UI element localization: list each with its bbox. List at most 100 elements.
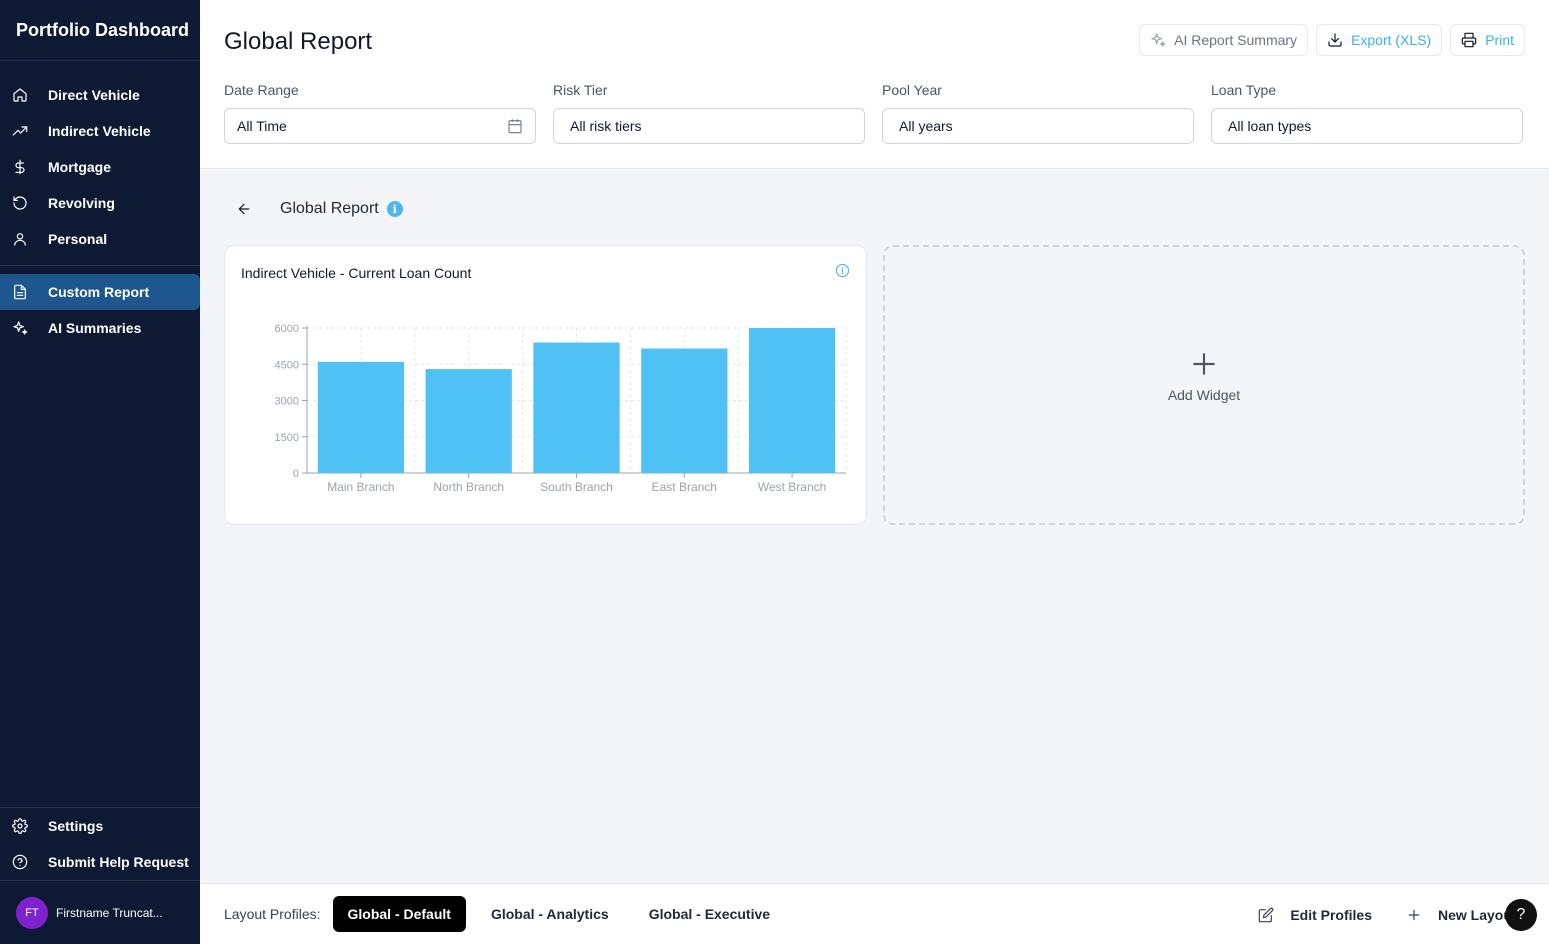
calendar-icon	[508, 119, 522, 134]
printer-icon	[1461, 32, 1477, 48]
help-circle-icon	[12, 854, 28, 870]
breadcrumb-title: Global Report	[280, 200, 379, 217]
y-tick-label: 1500	[275, 432, 299, 444]
profile-label: Global - Default	[347, 906, 451, 922]
y-tick-label: 3000	[275, 396, 299, 408]
refresh-icon	[12, 195, 28, 211]
user-icon	[12, 231, 28, 247]
sidebar-item-mortgage[interactable]: Mortgage	[0, 149, 200, 185]
bar	[748, 328, 836, 473]
profile-label: Global - Executive	[648, 906, 771, 922]
bar	[425, 369, 512, 473]
sparkles-icon	[12, 320, 28, 336]
sidebar-item-revolving[interactable]: Revolving	[0, 185, 200, 221]
bar	[641, 348, 728, 473]
ai-report-summary-button[interactable]: AI Report Summary	[1139, 24, 1309, 56]
profile-global-default[interactable]: Global - Default	[332, 896, 466, 932]
x-tick-label: South Branch	[540, 480, 613, 494]
filter-value: All risk tiers	[570, 118, 642, 134]
page-header: Global Report AI Report Summary Export (…	[200, 0, 1549, 169]
filter-label: Pool Year	[882, 82, 942, 98]
add-widget-button[interactable]: Add Widget	[883, 245, 1525, 525]
profile-label: Global - Analytics	[490, 906, 609, 922]
sidebar-item-label: Personal	[48, 231, 108, 247]
add-widget-label: Add Widget	[1167, 387, 1241, 403]
plus-icon	[1408, 909, 1420, 920]
chart-widget: Indirect Vehicle - Current Loan Count 01…	[224, 245, 867, 525]
profile-global-analytics[interactable]: Global - Analytics	[476, 896, 624, 932]
export-label: Export (XLS)	[1351, 32, 1432, 48]
info-icon[interactable]: i	[386, 201, 403, 217]
dollar-icon	[12, 159, 28, 175]
filter-bar: Date Range All Time Risk Tier All risk t…	[224, 82, 1523, 144]
sidebar-footer: Settings Submit Help Request FT Firstnam…	[0, 807, 200, 944]
bar	[533, 342, 620, 473]
profile-global-executive[interactable]: Global - Executive	[634, 896, 785, 932]
filter-value: All years	[899, 118, 953, 134]
y-tick-label: 4500	[275, 359, 299, 371]
pool-year-select[interactable]: All years	[882, 108, 1194, 144]
sidebar-item-settings[interactable]: Settings	[0, 808, 200, 844]
primary-nav: Direct Vehicle Indirect Vehicle Mortgage…	[0, 61, 200, 346]
print-label: Print	[1485, 32, 1514, 48]
edit-profiles-button[interactable]: Edit Profiles	[1258, 907, 1372, 923]
x-tick-label: Main Branch	[327, 480, 394, 494]
sidebar-item-custom-report[interactable]: Custom Report	[0, 274, 200, 310]
filter-label: Loan Type	[1211, 82, 1277, 98]
download-icon	[1328, 33, 1342, 47]
filter-value: All Time	[237, 118, 287, 134]
sidebar-item-direct-vehicle[interactable]: Direct Vehicle	[0, 77, 200, 113]
filter-label: Risk Tier	[553, 82, 608, 98]
ai-report-summary-label: AI Report Summary	[1174, 32, 1298, 48]
export-xls-button[interactable]: Export (XLS)	[1316, 24, 1443, 56]
nav-divider	[0, 265, 200, 266]
sidebar-item-help-request[interactable]: Submit Help Request	[0, 844, 200, 880]
plus-icon	[1191, 351, 1217, 377]
layout-profiles-bar: Layout Profiles: Global - Default Global…	[200, 883, 1549, 944]
sidebar-item-indirect-vehicle[interactable]: Indirect Vehicle	[0, 113, 200, 149]
x-tick-label: West Branch	[758, 480, 826, 494]
filter-value: All loan types	[1228, 118, 1312, 134]
x-tick-label: North Branch	[433, 480, 504, 494]
trending-up-icon	[12, 123, 28, 139]
edit-icon	[1259, 907, 1274, 922]
gear-icon	[12, 818, 28, 834]
breadcrumb: Global Report i	[236, 200, 403, 218]
sidebar-item-label: Custom Report	[48, 284, 150, 300]
sidebar-item-label: Revolving	[48, 195, 115, 211]
loan-type-select[interactable]: All loan types	[1211, 108, 1523, 144]
bar	[317, 361, 405, 473]
avatar: FT	[16, 896, 48, 929]
x-tick-label: East Branch	[652, 480, 717, 494]
date-range-picker[interactable]: All Time	[224, 108, 536, 144]
edit-profiles-label: Edit Profiles	[1290, 906, 1372, 923]
y-tick-label: 6000	[275, 323, 299, 335]
sidebar-item-label: Indirect Vehicle	[48, 123, 151, 139]
home-icon	[12, 87, 28, 103]
sidebar-item-label: Submit Help Request	[48, 854, 189, 870]
sidebar-item-personal[interactable]: Personal	[0, 221, 200, 257]
filter-date-range: Date Range All Time	[224, 82, 536, 144]
page-title: Global Report	[224, 28, 373, 55]
risk-tier-select[interactable]: All risk tiers	[553, 108, 865, 144]
sidebar-item-label: Direct Vehicle	[48, 87, 140, 103]
sidebar-item-ai-summaries[interactable]: AI Summaries	[0, 310, 200, 346]
help-floating-button[interactable]: ?	[1505, 899, 1537, 931]
sidebar-item-label: Settings	[48, 818, 104, 834]
footer-actions: Edit Profiles New Layout	[1224, 884, 1549, 944]
sidebar-item-label: AI Summaries	[48, 320, 142, 336]
filter-pool-year: Pool Year All years	[882, 82, 1194, 144]
sidebar-item-label: Mortgage	[48, 159, 111, 175]
y-tick-label: 0	[293, 468, 299, 480]
layout-profiles-label: Layout Profiles:	[224, 906, 321, 922]
header-actions: AI Report Summary Export (XLS) Print	[1139, 24, 1525, 56]
bar-chart: 0 1500 3000 4500 6000 Main Branch North Branch…	[275, 323, 847, 494]
back-arrow-icon[interactable]	[236, 201, 252, 217]
user-name: Firstname Truncat...	[56, 905, 163, 920]
document-icon	[12, 284, 28, 300]
user-profile[interactable]: FT Firstname Truncat...	[0, 880, 200, 944]
sparkles-icon	[1151, 33, 1166, 47]
filter-label: Date Range	[224, 82, 299, 98]
filter-loan-type: Loan Type All loan types	[1211, 82, 1523, 144]
print-button[interactable]: Print	[1450, 24, 1525, 56]
